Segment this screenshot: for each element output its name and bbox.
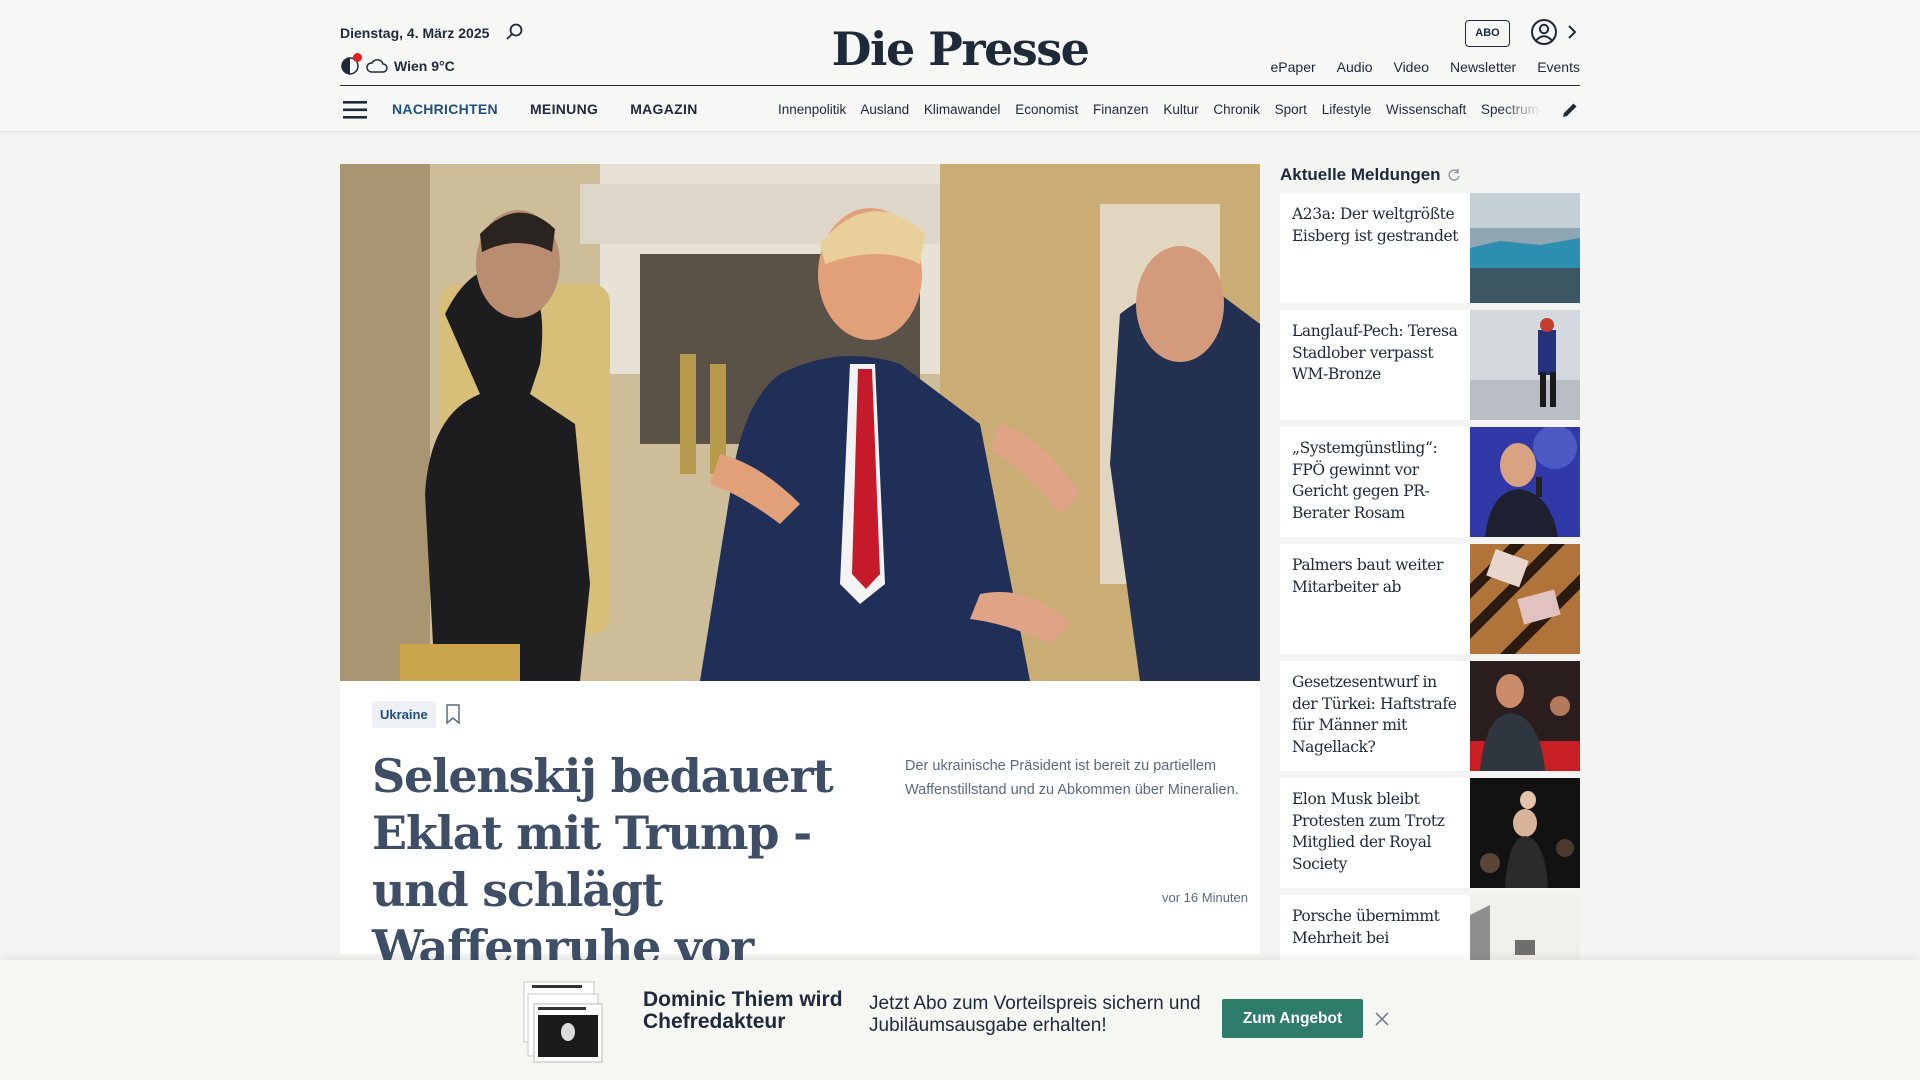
- header-divider: [340, 85, 1580, 86]
- sidebar-heading: Aktuelle Meldungen: [1280, 164, 1580, 186]
- news-thumbnail: [1470, 661, 1580, 771]
- news-thumbnail: [1470, 427, 1580, 537]
- news-item-title: A23a: Der weltgrößte Eisberg ist gestran…: [1292, 205, 1459, 245]
- section-nav: Innenpolitik Ausland Klimawandel Economi…: [778, 102, 1542, 117]
- header-inner: Dienstag, 4. März 2025 Wien 9°C Die Pres…: [340, 0, 1580, 132]
- news-item[interactable]: A23a: Der weltgrößte Eisberg ist gestran…: [1280, 193, 1580, 303]
- section-innenpolitik[interactable]: Innenpolitik: [778, 102, 846, 117]
- news-thumbnail: [1470, 778, 1580, 888]
- news-item-title: Porsche übernimmt Mehrheit bei: [1292, 907, 1440, 947]
- hero-photo-illustration: [340, 164, 1260, 681]
- news-item-title: Elon Musk bleibt Protesten zum Trotz Mit…: [1292, 790, 1445, 873]
- hamburger-menu-icon[interactable]: [343, 99, 367, 121]
- news-item[interactable]: Palmers baut weiter Mitarbeiter ab: [1280, 544, 1580, 654]
- news-item-title: „Systemgünstling“: FPÖ gewinnt vor Geric…: [1292, 439, 1438, 522]
- promo-text: Jetzt Abo zum Vorteilspreis sichern und …: [869, 993, 1201, 1036]
- section-finanzen[interactable]: Finanzen: [1093, 102, 1149, 117]
- close-icon[interactable]: [1373, 1010, 1391, 1028]
- news-item[interactable]: „Systemgünstling“: FPÖ gewinnt vor Geric…: [1280, 427, 1580, 537]
- hero-teaser: Der ukrainische Präsident ist bereit zu …: [905, 758, 1239, 798]
- section-wissenschaft[interactable]: Wissenschaft: [1386, 102, 1466, 117]
- section-economist[interactable]: Economist: [1015, 102, 1078, 117]
- link-video[interactable]: Video: [1393, 59, 1429, 75]
- section-klimawandel[interactable]: Klimawandel: [924, 102, 1001, 117]
- bookmark-icon[interactable]: [444, 703, 462, 725]
- main-nav: NACHRICHTEN MEINUNG MAGAZIN: [392, 101, 698, 117]
- promo-title: Dominic Thiem wird Chefredakteur: [643, 988, 843, 1033]
- news-item[interactable]: Langlauf-Pech: Teresa Stadlober verpasst…: [1280, 310, 1580, 420]
- link-epaper[interactable]: ePaper: [1271, 59, 1316, 75]
- link-audio[interactable]: Audio: [1337, 59, 1373, 75]
- news-thumbnail: [1470, 310, 1580, 420]
- nav-magazin[interactable]: MAGAZIN: [630, 101, 697, 117]
- newspaper-stack-image: [523, 981, 603, 1063]
- category-tag[interactable]: Ukraine: [372, 701, 436, 728]
- news-thumbnail: [1470, 544, 1580, 654]
- news-item-title: Langlauf-Pech: Teresa Stadlober verpasst…: [1292, 322, 1458, 383]
- news-thumbnail: [1470, 193, 1580, 303]
- nav-meinung[interactable]: MEINUNG: [530, 101, 598, 117]
- pencil-icon[interactable]: [1560, 100, 1580, 120]
- site-header: Dienstag, 4. März 2025 Wien 9°C Die Pres…: [0, 0, 1920, 132]
- section-lifestyle[interactable]: Lifestyle: [1322, 102, 1372, 117]
- refresh-icon[interactable]: [1447, 168, 1461, 182]
- section-ausland[interactable]: Ausland: [860, 102, 909, 117]
- hero-timestamp: vor 16 Minuten: [1162, 890, 1248, 905]
- hero-image[interactable]: [340, 164, 1260, 681]
- link-events[interactable]: Events: [1537, 59, 1580, 75]
- sidebar-title: Aktuelle Meldungen: [1280, 165, 1441, 184]
- nav-nachrichten[interactable]: NACHRICHTEN: [392, 101, 498, 117]
- section-spectrum[interactable]: Spectrum: [1481, 102, 1539, 117]
- news-item-title: Gesetzesentwurf in der Türkei: Haftstraf…: [1292, 673, 1457, 756]
- zum-angebot-button[interactable]: Zum Angebot: [1222, 999, 1363, 1038]
- hero-headline[interactable]: Selenskij bedauert Eklat mit Trump - und…: [372, 748, 872, 976]
- abo-button[interactable]: ABO: [1465, 20, 1510, 47]
- section-sport[interactable]: Sport: [1275, 102, 1307, 117]
- chevron-right-icon[interactable]: [1564, 20, 1580, 44]
- section-kultur[interactable]: Kultur: [1163, 102, 1198, 117]
- link-newsletter[interactable]: Newsletter: [1450, 59, 1516, 75]
- section-chronik[interactable]: Chronik: [1213, 102, 1260, 117]
- subscription-promo-bar: Dominic Thiem wird Chefredakteur Jetzt A…: [0, 960, 1920, 1080]
- top-links: ePaper Audio Video Newsletter Events: [1271, 59, 1580, 75]
- user-account-icon[interactable]: [1530, 18, 1558, 46]
- hero-article[interactable]: Ukraine Selenskij bedauert Eklat mit Tru…: [340, 164, 1260, 974]
- news-item[interactable]: Gesetzesentwurf in der Türkei: Haftstraf…: [1280, 661, 1580, 771]
- news-item[interactable]: Elon Musk bleibt Protesten zum Trotz Mit…: [1280, 778, 1580, 888]
- latest-news-sidebar: Aktuelle Meldungen A23a: Der weltgrößte …: [1280, 164, 1580, 1012]
- news-item-title: Palmers baut weiter Mitarbeiter ab: [1292, 556, 1444, 596]
